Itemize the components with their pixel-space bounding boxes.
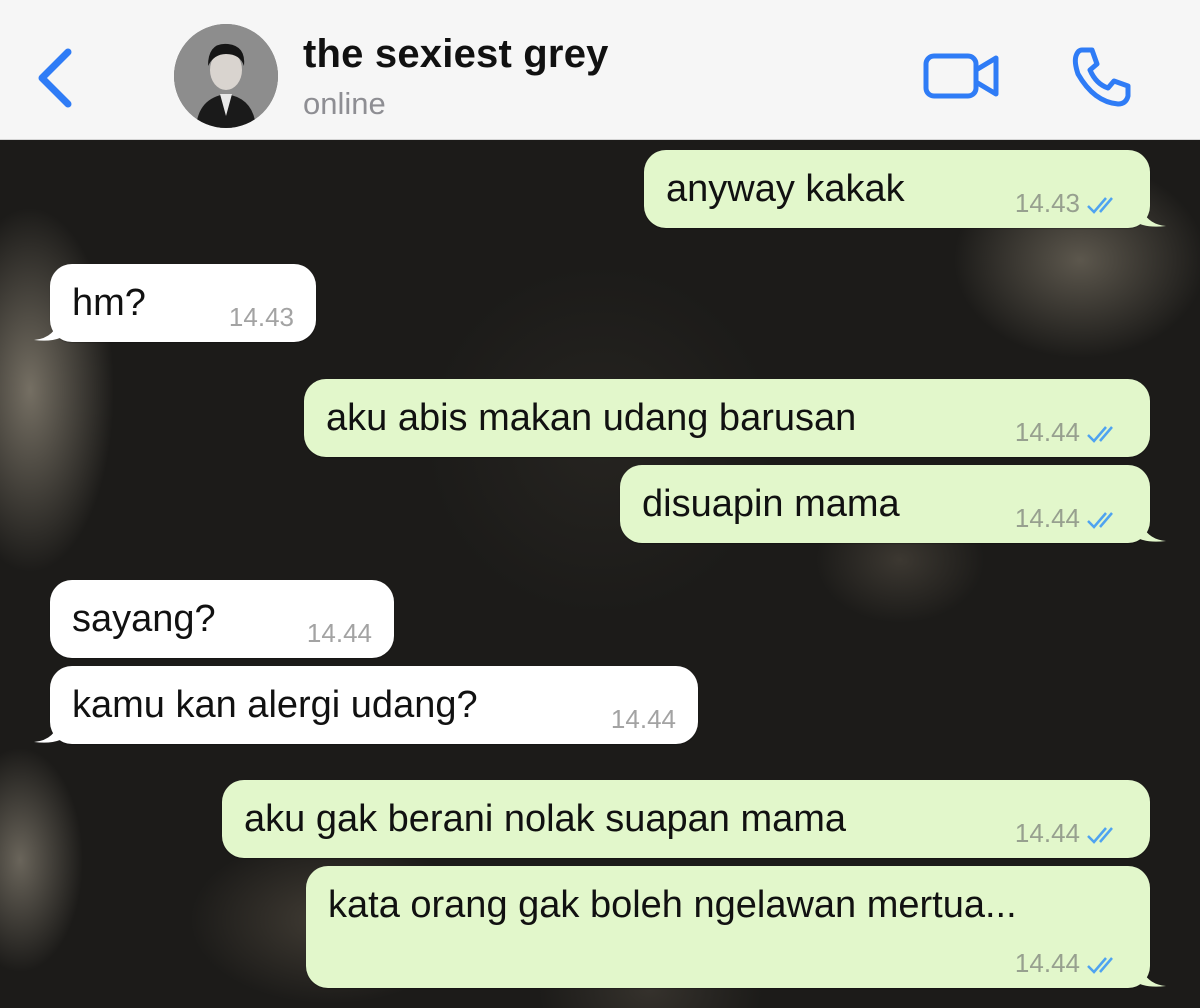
video-call-button[interactable] xyxy=(922,48,1002,104)
message-time: 14.44 xyxy=(1014,417,1080,447)
message-text: kata orang gak boleh ngelawan mertua... xyxy=(328,884,1017,926)
bubble-tail xyxy=(1140,962,1166,987)
avatar[interactable] xyxy=(174,24,278,128)
double-check-icon xyxy=(1087,512,1113,529)
message-text: disuapin mama xyxy=(642,483,900,525)
message-list[interactable]: anyway kakak 14.43 hm? 14.43 aku abis ma… xyxy=(0,140,1200,1008)
message-meta: 14.44 xyxy=(1015,948,1122,978)
chevron-left-icon xyxy=(38,48,72,108)
message-text: kamu kan alergi udang? xyxy=(72,684,478,726)
double-check-icon xyxy=(1087,827,1113,844)
message-bubble-outgoing[interactable]: kata orang gak boleh ngelawan mertua... … xyxy=(306,866,1166,988)
bubble-tail xyxy=(1140,517,1166,542)
double-check-icon xyxy=(1087,426,1113,443)
double-check-icon xyxy=(1087,957,1113,974)
message-text: aku abis makan udang barusan xyxy=(326,397,857,439)
message-text: anyway kakak xyxy=(666,168,905,210)
phone-icon xyxy=(1072,47,1131,107)
message-meta: 14.44 xyxy=(1015,503,1122,533)
voice-call-button[interactable] xyxy=(1068,44,1134,110)
bubble-tail xyxy=(34,316,60,341)
message-bubble-incoming[interactable]: kamu kan alergi udang? 14.44 xyxy=(34,666,698,744)
message-bubble-outgoing[interactable]: disuapin mama 14.44 xyxy=(620,465,1166,543)
message-bubble-incoming[interactable]: hm? 14.43 xyxy=(34,264,316,342)
message-bubble-outgoing[interactable]: aku abis makan udang barusan 14.44 xyxy=(304,379,1150,457)
contact-status: online xyxy=(303,86,386,121)
message-meta: 14.44 xyxy=(1015,417,1122,447)
contact-name[interactable]: the sexiest grey xyxy=(303,32,609,77)
message-time: 14.43 xyxy=(228,302,294,332)
double-check-icon xyxy=(1087,197,1113,214)
avatar-image xyxy=(174,24,278,128)
video-camera-icon xyxy=(923,53,999,99)
message-time: 14.44 xyxy=(1014,818,1080,848)
message-time: 14.44 xyxy=(1014,948,1080,978)
message-time: 14.44 xyxy=(610,704,676,734)
message-time: 14.44 xyxy=(1014,503,1080,533)
message-bubble-outgoing[interactable]: aku gak berani nolak suapan mama 14.44 xyxy=(222,780,1150,858)
bubble-tail xyxy=(1140,202,1166,227)
message-time: 14.44 xyxy=(306,618,372,648)
message-text: sayang? xyxy=(72,598,216,640)
message-time: 14.43 xyxy=(1014,188,1080,218)
chat-header: the sexiest grey online xyxy=(0,0,1200,140)
message-bubble-outgoing[interactable]: anyway kakak 14.43 xyxy=(644,150,1166,228)
message-text: hm? xyxy=(72,282,146,324)
bubble-tail xyxy=(34,718,60,743)
message-text: aku gak berani nolak suapan mama xyxy=(244,798,847,840)
back-button[interactable] xyxy=(30,42,80,112)
message-meta: 14.44 xyxy=(1015,818,1122,848)
message-bubble-incoming[interactable]: sayang? 14.44 xyxy=(50,580,394,658)
message-meta: 14.43 xyxy=(1015,188,1122,218)
